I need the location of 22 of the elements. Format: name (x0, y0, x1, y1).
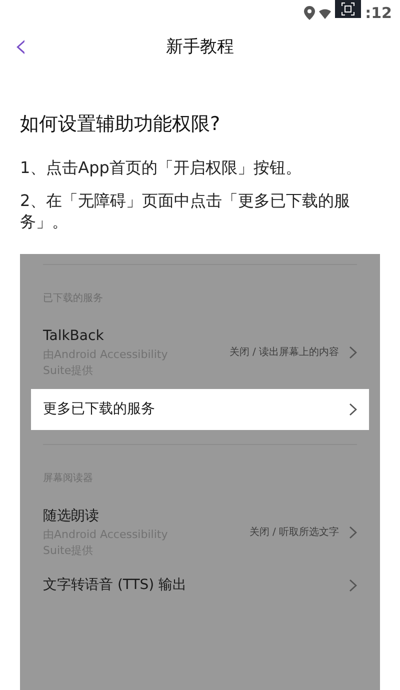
row-value: 关闭 / 读出屏幕上的内容 (229, 346, 339, 360)
wifi-icon (319, 8, 332, 18)
step-text: 2、在「无障碍」页面中点击「更多已下载的服务」。 (20, 190, 352, 232)
step-text: 1、点击App首页的「开启权限」按钮。 (20, 156, 302, 178)
row-title: 更多已下载的服务 (43, 400, 156, 418)
location-icon (304, 6, 316, 20)
status-time: :12 (365, 2, 392, 24)
chevron-right-icon (349, 346, 357, 358)
settings-row[interactable]: 更多已下载的服务 (31, 388, 369, 430)
screenshot-icon (341, 2, 356, 16)
row-title: 文字转语音 (TTS) 输出 (43, 576, 188, 594)
row-title: TalkBack (43, 326, 105, 346)
screenshot-button[interactable] (335, 0, 362, 18)
settings-row[interactable]: 文字转语音 (TTS) 输出 (31, 566, 369, 604)
chevron-right-icon (349, 526, 357, 538)
row-value: 关闭 / 听取所选文字 (249, 526, 339, 540)
chevron-right-icon (349, 402, 357, 416)
back-button[interactable]: ‹ (14, 28, 28, 64)
chevron-right-icon (349, 578, 357, 592)
row-title: 随选朗读 (43, 506, 100, 526)
tutorial-heading: 如何设置辅助功能权限? (20, 112, 222, 137)
page-title: 新手教程 (166, 36, 234, 60)
